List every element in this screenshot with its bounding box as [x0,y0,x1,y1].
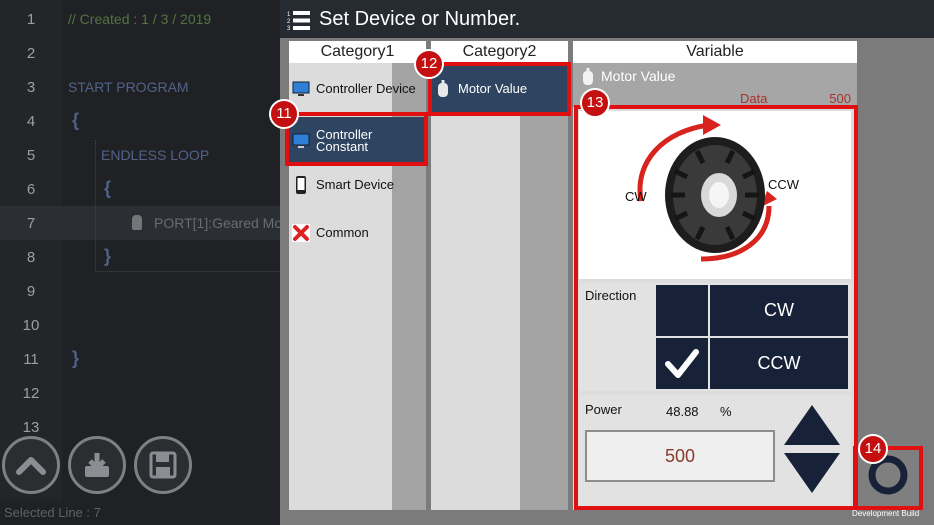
category1-item-label: Controller Device [316,81,416,96]
highlight-11 [285,112,428,166]
category1-item-label: Smart Device [316,177,395,192]
svg-text:1: 1 [287,12,291,18]
x-icon [292,224,310,242]
category1-item-label: Common [316,225,369,240]
category1-item-smart-device[interactable]: Smart Device [289,161,426,209]
variable-header: Variable [573,41,857,63]
motor-icon [583,68,593,85]
modal-backdrop [0,0,290,525]
svg-text:3: 3 [287,26,291,32]
category1-item-common[interactable]: Common [289,209,426,257]
category1-item-controller-device[interactable]: Controller Device [289,65,426,113]
numbered-list-icon: 1 2 3 [287,11,310,32]
monitor-icon [292,80,310,98]
annotation-badge-12: 12 [414,49,444,79]
annotation-badge-13: 13 [580,88,610,118]
annotation-badge-14: 14 [858,434,888,464]
category2-header: Category2 [431,41,568,63]
data-label: Data [740,91,768,106]
annotation-badge-11: 11 [269,99,299,129]
svg-text:2: 2 [287,19,291,25]
smartphone-icon [292,176,310,194]
data-value: 500 [829,91,851,106]
category1-header: Category1 [289,41,426,63]
variable-name: Motor Value [601,68,676,84]
variable-info-bar: Motor Value Data 500 [573,63,857,107]
development-build-label: Development Build [852,509,920,518]
highlight-12 [428,62,571,116]
dialog-title: Set Device or Number. [319,8,521,30]
code-editor: 1 // Created : 1 / 3 / 2019 2 3 START PR… [0,0,290,525]
category2-scroll-track [520,63,568,510]
highlight-13 [574,105,858,510]
dialog-header: 1 2 3 Set Device or Number. [280,0,934,38]
